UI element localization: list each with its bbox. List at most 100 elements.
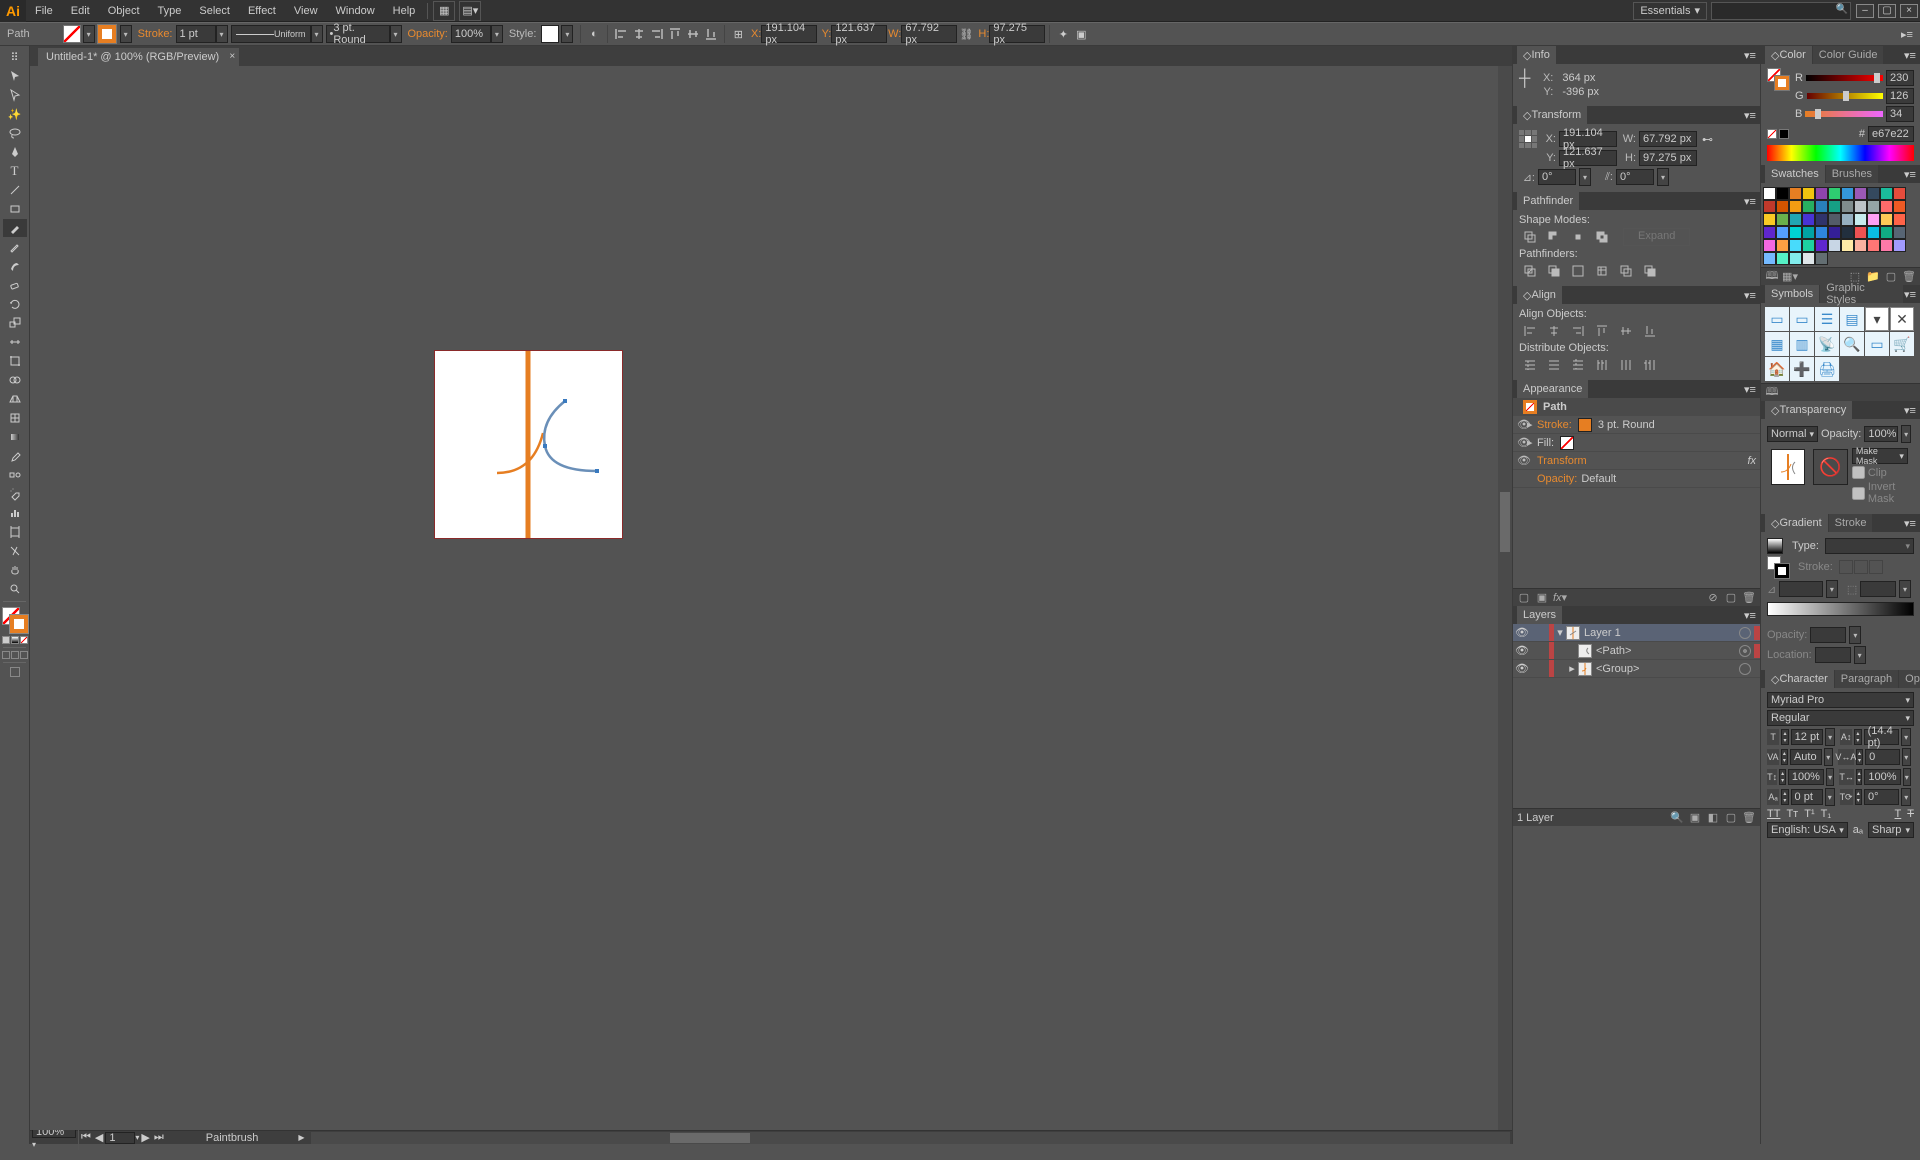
swatch[interactable] — [1893, 213, 1906, 226]
rotate-tool-icon[interactable] — [3, 295, 27, 313]
b-input[interactable]: 34 — [1886, 106, 1914, 122]
stroke-label[interactable]: Stroke: — [138, 28, 173, 40]
swatch[interactable] — [1776, 239, 1789, 252]
zoom-tool-icon[interactable] — [3, 580, 27, 598]
panel-tab-info[interactable]: ◇ Info — [1517, 46, 1556, 64]
g-input[interactable]: 126 — [1886, 88, 1914, 104]
transform-shear-input[interactable]: 0° — [1616, 169, 1654, 185]
swatch[interactable] — [1789, 200, 1802, 213]
swatch[interactable] — [1880, 213, 1893, 226]
target-icon[interactable] — [1739, 627, 1751, 639]
panel-menu-icon[interactable]: ▾≡ — [1744, 609, 1756, 622]
swatch[interactable] — [1828, 200, 1841, 213]
swatch[interactable] — [1815, 200, 1828, 213]
appearance-opacity-row[interactable]: Opacity: Default — [1513, 470, 1760, 488]
artboard-tool-icon[interactable] — [3, 523, 27, 541]
menu-help[interactable]: Help — [384, 0, 425, 22]
swatch[interactable] — [1867, 239, 1880, 252]
dist-left-icon[interactable] — [1591, 356, 1613, 374]
stroke-swatch[interactable] — [98, 25, 116, 43]
swatch[interactable] — [1893, 239, 1906, 252]
layer-thumbnail[interactable] — [1578, 662, 1592, 676]
new-fill-icon[interactable]: ▣ — [1535, 591, 1549, 605]
char-rotation-input[interactable]: 0° — [1864, 789, 1899, 805]
vscale-spinner[interactable]: ▴▾ — [1779, 769, 1786, 785]
next-artboard-icon[interactable]: ▶ — [139, 1131, 151, 1144]
swatch[interactable] — [1763, 252, 1776, 265]
status-menu-icon[interactable]: ▶ — [298, 1133, 304, 1142]
swatch[interactable] — [1815, 239, 1828, 252]
swatch[interactable] — [1789, 252, 1802, 265]
subscript-icon[interactable]: T₁ — [1821, 808, 1831, 820]
help-search[interactable] — [1711, 2, 1851, 20]
profile-preview[interactable]: Uniform — [231, 25, 311, 43]
leading-input[interactable]: (14.4 pt) — [1864, 729, 1900, 745]
swatch-menu-icon[interactable]: ▦▾ — [1783, 270, 1797, 284]
screen-mode-icon[interactable] — [10, 667, 20, 677]
drag-handle-icon[interactable]: ⠿ — [3, 48, 27, 66]
b-slider[interactable] — [1805, 111, 1883, 117]
magic-wand-tool-icon[interactable]: ✨ — [3, 105, 27, 123]
smallcaps-icon[interactable]: Tᴛ — [1786, 808, 1798, 820]
minus-back-icon[interactable] — [1639, 262, 1661, 280]
appearance-transform-label[interactable]: Transform — [1537, 455, 1587, 467]
window-close[interactable]: × — [1900, 4, 1918, 18]
trans-opacity-dd[interactable] — [1901, 425, 1911, 443]
dist-hcenter-icon[interactable] — [1615, 356, 1637, 374]
eye-icon[interactable]: 👁 — [1517, 436, 1527, 449]
swatch[interactable] — [1763, 239, 1776, 252]
swatch[interactable] — [1802, 187, 1815, 200]
w-input[interactable]: 67.792 px — [901, 25, 957, 43]
swatch[interactable] — [1802, 213, 1815, 226]
antialias-select[interactable]: Sharp — [1868, 822, 1914, 838]
slice-tool-icon[interactable] — [3, 542, 27, 560]
shape-builder-icon[interactable]: ✦ — [1055, 26, 1071, 42]
trans-preview[interactable] — [1771, 449, 1805, 485]
bridge-icon[interactable]: ▦ — [433, 1, 455, 21]
eye-icon[interactable]: 👁 — [1517, 454, 1527, 467]
link-wh-icon[interactable]: ⛓ — [958, 26, 974, 42]
expand-tri-icon[interactable]: ▾ — [1554, 626, 1566, 639]
track-dd[interactable] — [1902, 748, 1911, 766]
align-top-icon[interactable] — [667, 26, 683, 42]
free-transform-tool-icon[interactable] — [3, 352, 27, 370]
panel-menu-icon[interactable]: ▾≡ — [1904, 288, 1916, 301]
transform-w-input[interactable]: 67.792 px — [1639, 131, 1697, 147]
fill-stroke-proxy[interactable] — [2, 607, 28, 633]
locate-icon[interactable]: 🔍 — [1670, 811, 1684, 825]
swatch[interactable] — [1789, 239, 1802, 252]
swatch[interactable] — [1854, 200, 1867, 213]
swatch[interactable] — [1867, 226, 1880, 239]
swatch[interactable] — [1854, 226, 1867, 239]
swatch[interactable] — [1893, 200, 1906, 213]
leading-spinner[interactable]: ▴▾ — [1854, 729, 1861, 745]
expand-tri-icon[interactable]: ▸ — [1566, 662, 1578, 675]
line-tool-icon[interactable] — [3, 181, 27, 199]
profile-dd[interactable] — [311, 25, 323, 43]
arrange-icon[interactable]: ▤▾ — [459, 1, 481, 21]
panel-tab-color[interactable]: ◇ Color — [1765, 46, 1812, 64]
exclude-icon[interactable] — [1591, 228, 1613, 246]
menu-window[interactable]: Window — [327, 0, 384, 22]
dist-vcenter-icon[interactable] — [1543, 356, 1565, 374]
kerning-input[interactable]: Auto — [1790, 749, 1822, 765]
layer-name[interactable]: <Group> — [1596, 663, 1639, 675]
swatch[interactable] — [1841, 187, 1854, 200]
color-spectrum[interactable] — [1767, 145, 1914, 161]
symbol-item[interactable]: 🏠 — [1765, 357, 1789, 381]
swatch[interactable] — [1893, 187, 1906, 200]
color-mode-icons[interactable] — [2, 636, 28, 644]
fx-icon[interactable]: fx — [1747, 455, 1756, 467]
pencil-tool-icon[interactable] — [3, 238, 27, 256]
swatch[interactable] — [1789, 187, 1802, 200]
align-bottom-icon[interactable] — [703, 26, 719, 42]
eraser-tool-icon[interactable] — [3, 276, 27, 294]
duplicate-icon[interactable]: ▢ — [1724, 591, 1738, 605]
leading-dd[interactable] — [1901, 728, 1911, 746]
outline-icon[interactable] — [1615, 262, 1637, 280]
menu-edit[interactable]: Edit — [62, 0, 99, 22]
mask-thumb[interactable] — [1813, 449, 1847, 485]
panel-tab-brushes[interactable]: Brushes — [1826, 165, 1878, 183]
superscript-icon[interactable]: T¹ — [1804, 808, 1814, 820]
swatch[interactable] — [1815, 213, 1828, 226]
